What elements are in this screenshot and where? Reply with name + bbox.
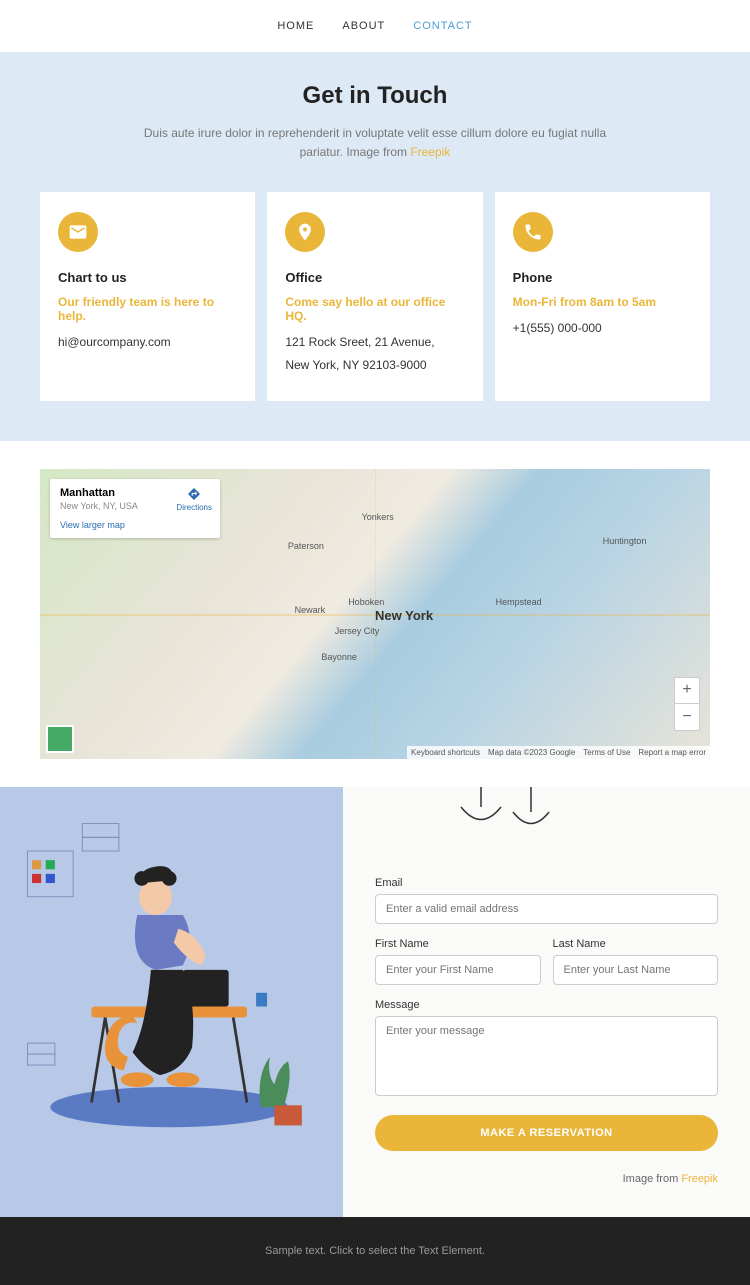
- form-section: Email First Name Last Name Message MAKE …: [0, 787, 750, 1217]
- submit-button[interactable]: MAKE A RESERVATION: [375, 1115, 718, 1151]
- lastname-label: Last Name: [553, 938, 719, 950]
- message-field[interactable]: [375, 1016, 718, 1096]
- nav-about[interactable]: ABOUT: [342, 20, 385, 32]
- freepik-link[interactable]: Freepik: [410, 145, 450, 159]
- card-title: Office: [285, 270, 464, 285]
- hero-subtitle: Duis aute irure dolor in reprehenderit i…: [135, 124, 615, 162]
- zoom-out-button[interactable]: −: [675, 704, 699, 730]
- card-text: hi@ourcompany.com: [58, 331, 237, 354]
- email-label: Email: [375, 877, 718, 889]
- hero-section: Get in Touch Duis aute irure dolor in re…: [0, 52, 750, 441]
- map-infobox: Directions Manhattan New York, NY, USA V…: [50, 479, 220, 538]
- map-report[interactable]: Report a map error: [638, 748, 706, 757]
- card-office: Office Come say hello at our office HQ. …: [267, 192, 482, 401]
- map-city: Paterson: [288, 541, 324, 551]
- map-attribution: Keyboard shortcuts Map data ©2023 Google…: [407, 746, 710, 759]
- site-footer: Sample text. Click to select the Text El…: [0, 1217, 750, 1285]
- contact-cards: Chart to us Our friendly team is here to…: [40, 192, 710, 401]
- card-subtitle: Come say hello at our office HQ.: [285, 295, 464, 323]
- map-city: Hempstead: [496, 597, 542, 607]
- directions-button[interactable]: Directions: [176, 487, 212, 512]
- card-title: Phone: [513, 270, 692, 285]
- desk-illustration: [0, 787, 343, 1180]
- lamp-icon: [451, 787, 571, 852]
- footer-text[interactable]: Sample text. Click to select the Text El…: [265, 1245, 485, 1257]
- page-title: Get in Touch: [40, 82, 710, 110]
- freepik-link[interactable]: Freepik: [681, 1173, 718, 1185]
- map-data: Map data ©2023 Google: [488, 748, 575, 757]
- nav-contact[interactable]: CONTACT: [413, 20, 472, 32]
- card-text: +1(555) 000-000: [513, 317, 692, 340]
- map-keyboard[interactable]: Keyboard shortcuts: [411, 748, 480, 757]
- card-title: Chart to us: [58, 270, 237, 285]
- map-city: Jersey City: [335, 626, 380, 636]
- firstname-label: First Name: [375, 938, 541, 950]
- map-city: Hoboken: [348, 597, 384, 607]
- view-larger-map[interactable]: View larger map: [60, 520, 210, 530]
- map-terms[interactable]: Terms of Use: [583, 748, 630, 757]
- card-phone: Phone Mon-Fri from 8am to 5am +1(555) 00…: [495, 192, 710, 401]
- mail-icon: [58, 212, 98, 252]
- map-toggle-satellite[interactable]: [46, 725, 74, 753]
- nav-home[interactable]: HOME: [277, 20, 314, 32]
- zoom-in-button[interactable]: +: [675, 678, 699, 704]
- firstname-field[interactable]: [375, 955, 541, 985]
- lastname-field[interactable]: [553, 955, 719, 985]
- card-text: 121 Rock Sreet, 21 Avenue, New York, NY …: [285, 331, 464, 377]
- card-chat: Chart to us Our friendly team is here to…: [40, 192, 255, 401]
- message-label: Message: [375, 999, 718, 1011]
- image-credit: Image from Freepik: [375, 1173, 718, 1185]
- map-info-sub: New York, NY, USA: [60, 501, 138, 511]
- pin-icon: [285, 212, 325, 252]
- card-subtitle: Mon-Fri from 8am to 5am: [513, 295, 692, 309]
- map-city: Newark: [295, 605, 326, 615]
- email-field[interactable]: [375, 894, 718, 924]
- card-subtitle: Our friendly team is here to help.: [58, 295, 237, 323]
- map-city: Bayonne: [321, 652, 357, 662]
- contact-form: Email First Name Last Name Message MAKE …: [343, 787, 750, 1217]
- map[interactable]: New York Yonkers Newark Jersey City Pate…: [40, 469, 710, 759]
- map-section: New York Yonkers Newark Jersey City Pate…: [0, 441, 750, 787]
- map-city: Yonkers: [362, 512, 394, 522]
- zoom-controls: + −: [674, 677, 700, 731]
- illustration-panel: [0, 787, 343, 1217]
- phone-icon: [513, 212, 553, 252]
- map-city: Huntington: [603, 536, 647, 546]
- map-center-label: New York: [375, 608, 433, 623]
- main-nav: HOME ABOUT CONTACT: [0, 0, 750, 52]
